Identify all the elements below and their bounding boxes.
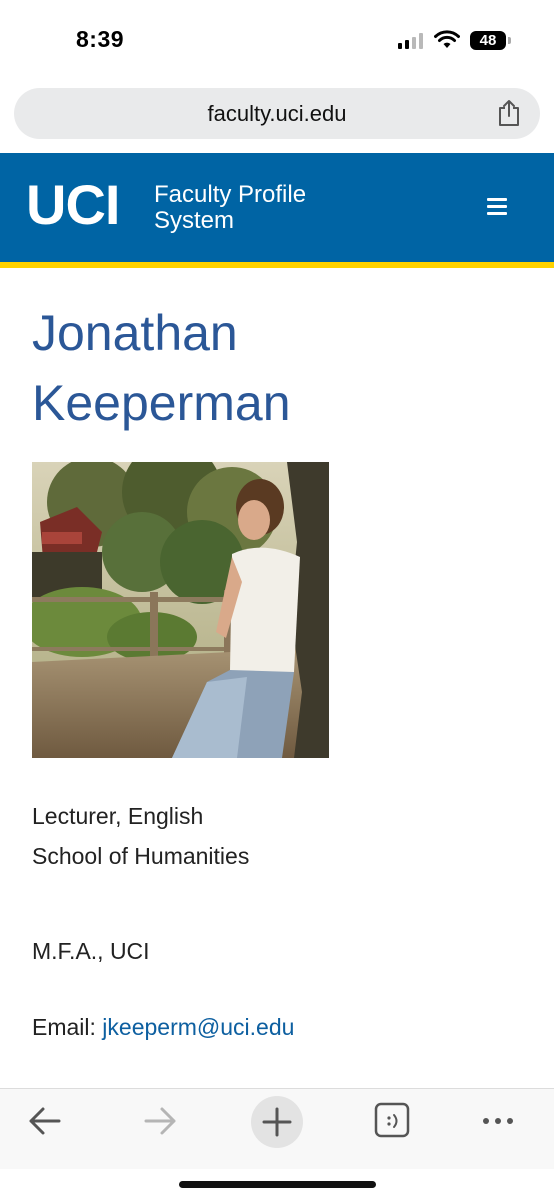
- uci-logo[interactable]: UCI: [26, 175, 120, 235]
- tabs-icon[interactable]: [364, 1096, 420, 1146]
- status-bar: 8:39 48: [0, 0, 554, 80]
- new-tab-plus-icon: [262, 1107, 292, 1137]
- status-time: 8:39: [76, 26, 125, 52]
- job-title: Lecturer, English: [32, 803, 204, 829]
- forward-arrow-icon[interactable]: [132, 1096, 188, 1146]
- cellular-signal-icon: [398, 33, 424, 49]
- site-title-line2: System: [154, 207, 235, 234]
- email-link[interactable]: jkeeperm@uci.edu: [102, 1014, 294, 1040]
- address-bar[interactable]: faculty.uci.edu: [14, 88, 540, 139]
- back-arrow-icon[interactable]: [17, 1096, 73, 1146]
- site-title[interactable]: Faculty Profile System: [154, 182, 394, 234]
- profile-name: Jonathan Keeperman: [32, 298, 512, 438]
- hamburger-menu-icon[interactable]: [487, 198, 507, 216]
- profile-photo: [32, 462, 329, 758]
- degree: M.F.A., UCI: [32, 938, 150, 964]
- header-gold-stripe: [0, 262, 554, 268]
- battery-tip: [508, 37, 511, 44]
- share-icon[interactable]: [496, 99, 522, 127]
- home-indicator[interactable]: [179, 1181, 376, 1188]
- battery-icon: 48: [470, 31, 506, 50]
- profile-name-last: Keeperman: [32, 375, 291, 431]
- site-title-line1: Faculty Profile: [154, 181, 307, 208]
- profile-name-first: Jonathan: [32, 305, 238, 361]
- wifi-icon: [434, 30, 460, 48]
- new-tab-button[interactable]: [251, 1096, 303, 1148]
- school-name: School of Humanities: [32, 843, 250, 869]
- email-label: Email:: [32, 1014, 96, 1040]
- email-row: Email: jkeeperm@uci.edu: [32, 1014, 294, 1041]
- more-icon[interactable]: [470, 1096, 526, 1146]
- url-text[interactable]: faculty.uci.edu: [14, 101, 540, 127]
